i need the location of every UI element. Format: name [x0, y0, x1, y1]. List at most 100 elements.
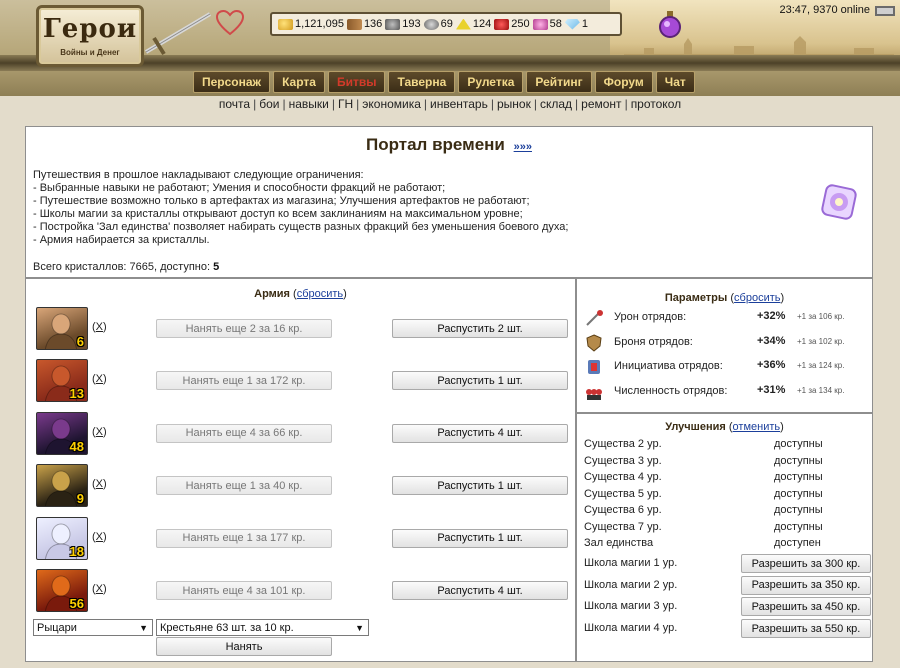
remove-creature-label: X — [95, 478, 104, 491]
dismiss-button[interactable]: Распустить 4 шт. — [392, 581, 568, 600]
hire-more-button[interactable]: Нанять еще 4 за 101 кр. — [156, 581, 332, 600]
upgrade-status: доступны — [774, 504, 823, 516]
time-portal-icon — [821, 184, 857, 220]
param-row: Урон отрядов: +32% +1 за 106 кр. — [585, 307, 870, 329]
remove-creature-link[interactable]: (X) — [92, 583, 107, 595]
remove-creature-link[interactable]: (X) — [92, 426, 107, 438]
game-logo[interactable]: Герои Войны и Денег — [36, 5, 144, 67]
rule-line: - Выбранные навыки не работают; Умения и… — [33, 182, 446, 195]
online-users-icon[interactable] — [874, 3, 896, 17]
dismiss-button[interactable]: Распустить 2 шт. — [392, 319, 568, 338]
hire-more-button[interactable]: Нанять еще 1 за 177 кр. — [156, 528, 332, 548]
subnav-link[interactable]: инвентарь — [430, 97, 488, 111]
upgrade-row: Существа 2 ур. доступны — [584, 437, 868, 453]
sub-navigation: почта | бои | навыки | ГН | экономика | инвентарь |… — [0, 97, 900, 111]
remove-creature-label: X — [95, 373, 104, 386]
dismiss-button[interactable]: Распустить 4 шт. — [392, 423, 568, 443]
creature-portrait[interactable]: 13 — [36, 359, 88, 403]
subnav-link[interactable]: почта — [219, 97, 250, 111]
remove-creature-link[interactable]: (X) — [92, 373, 107, 385]
remove-creature-link[interactable]: (X) — [92, 321, 107, 333]
subnav-link[interactable]: ГН — [338, 97, 353, 111]
faction-select[interactable]: Рыцари ▼ — [33, 619, 153, 636]
creature-count: 6 — [76, 334, 84, 349]
allow-magic-school-button[interactable]: Разрешить за 300 кр. — [741, 554, 871, 573]
resource-value: 1 — [581, 18, 588, 30]
army-unit-row: 56 (X) Нанять еще 4 за 101 кр. Распустить 4… — [36, 569, 571, 613]
sword-icon — [144, 12, 212, 56]
damage-icon — [585, 309, 603, 327]
heart-icon[interactable] — [216, 10, 244, 36]
subnav-link[interactable]: склад — [540, 97, 572, 111]
subnav-separator: | — [624, 97, 628, 111]
creature-count: 56 — [69, 596, 84, 611]
resource-item: 1 — [564, 18, 588, 30]
upgrade-status: доступны — [774, 471, 823, 483]
portal-more-link[interactable]: »»» — [514, 141, 532, 153]
param-label: Инициатива отрядов: — [614, 360, 723, 372]
hire-more-button[interactable]: Нанять еще 4 за 66 кр. — [156, 423, 332, 443]
menu-item-4[interactable]: Таверна — [388, 71, 456, 93]
hire-more-button[interactable]: Нанять еще 1 за 172 кр. — [156, 371, 332, 391]
creature-portrait[interactable]: 18 — [36, 516, 88, 560]
server-time-online: 23:47, 9370 online — [779, 4, 870, 16]
subnav-link[interactable]: ремонт — [581, 97, 621, 111]
creature-portrait[interactable]: 6 — [36, 307, 88, 350]
army-reset-link[interactable]: сбросить — [297, 288, 343, 300]
dismiss-button[interactable]: Распустить 1 шт. — [392, 528, 568, 548]
params-reset-link[interactable]: сбросить — [734, 292, 780, 304]
subnav-link[interactable]: навыки — [289, 97, 329, 111]
magic-school-row: Школа магии 3 ур. Разрешить за 450 кр. — [584, 597, 871, 617]
creature-count: 9 — [76, 491, 84, 507]
hire-more-button[interactable]: Нанять еще 1 за 40 кр. — [156, 476, 332, 496]
subnav-link[interactable]: бои — [259, 97, 279, 111]
upgrades-title-text: Улучшения — [665, 421, 726, 433]
creature-portrait[interactable]: 56 — [36, 569, 88, 612]
dismiss-button[interactable]: Распустить 1 шт. — [392, 371, 568, 391]
hire-button[interactable]: Нанять — [156, 637, 332, 656]
crystals-label: Всего кристаллов: 7665, доступно: — [33, 261, 214, 273]
rule-line: - Школы магии за кристаллы открывают дос… — [33, 208, 523, 221]
potion-icon[interactable] — [657, 10, 683, 38]
subnav-separator: | — [282, 97, 286, 111]
main-menu: Персонаж Карта Битвы Таверна Рулетка Рейтинг Ф… — [193, 71, 695, 93]
subnav-link[interactable]: протокол — [631, 97, 681, 111]
crystals-summary: Всего кристаллов: 7665, доступно: 5 — [33, 261, 219, 273]
allow-magic-school-button[interactable]: Разрешить за 450 кр. — [741, 597, 871, 617]
creature-portrait[interactable]: 9 — [36, 464, 88, 508]
creature-portrait[interactable]: 48 — [36, 411, 88, 455]
menu-item-7[interactable]: Форум — [594, 71, 653, 93]
hire-more-button[interactable]: Нанять еще 2 за 16 кр. — [156, 319, 332, 338]
menu-item-2[interactable]: Карта — [273, 71, 325, 93]
logo-subtitle: Войны и Денег — [60, 48, 120, 57]
diamond-icon — [564, 18, 580, 30]
menu-item-3[interactable]: Битвы — [327, 71, 386, 93]
resource-item: 1,121,095 — [278, 18, 344, 30]
remove-creature-label: X — [95, 425, 104, 438]
remove-creature-link[interactable]: (X) — [92, 478, 107, 490]
param-price-note: +1 за 102 кр. — [797, 336, 845, 346]
remove-creature-link[interactable]: (X) — [92, 531, 107, 543]
param-value: +36% — [757, 359, 786, 371]
crystals-available: 5 — [213, 261, 220, 273]
allow-magic-school-button[interactable]: Разрешить за 550 кр. — [741, 619, 871, 639]
subnav-separator: | — [533, 97, 537, 111]
subnav-link[interactable]: экономика — [362, 97, 421, 111]
menu-item-5[interactable]: Рулетка — [458, 71, 524, 93]
gold-icon — [278, 18, 293, 30]
menu-item-6[interactable]: Рейтинг — [526, 71, 592, 93]
resource-value: 193 — [402, 18, 421, 30]
creature-count: 18 — [69, 543, 84, 559]
dismiss-button[interactable]: Распустить 1 шт. — [392, 476, 568, 496]
upgrade-row: Зал единства доступен — [584, 536, 868, 552]
chevron-down-icon: ▼ — [355, 623, 364, 633]
portal-title-text: Портал времени — [366, 135, 505, 154]
subnav-link[interactable]: рынок — [497, 97, 531, 111]
menu-item-8[interactable]: Чат — [655, 71, 695, 93]
ore-icon — [385, 18, 401, 30]
upgrade-row: Существа 6 ур. доступны — [584, 503, 868, 519]
creature-select[interactable]: Крестьяне 63 шт. за 10 кр. ▼ — [156, 619, 369, 636]
menu-item-1[interactable]: Персонаж — [193, 71, 271, 93]
upgrades-cancel-link[interactable]: отменить — [733, 421, 781, 433]
allow-magic-school-button[interactable]: Разрешить за 350 кр. — [741, 575, 871, 595]
